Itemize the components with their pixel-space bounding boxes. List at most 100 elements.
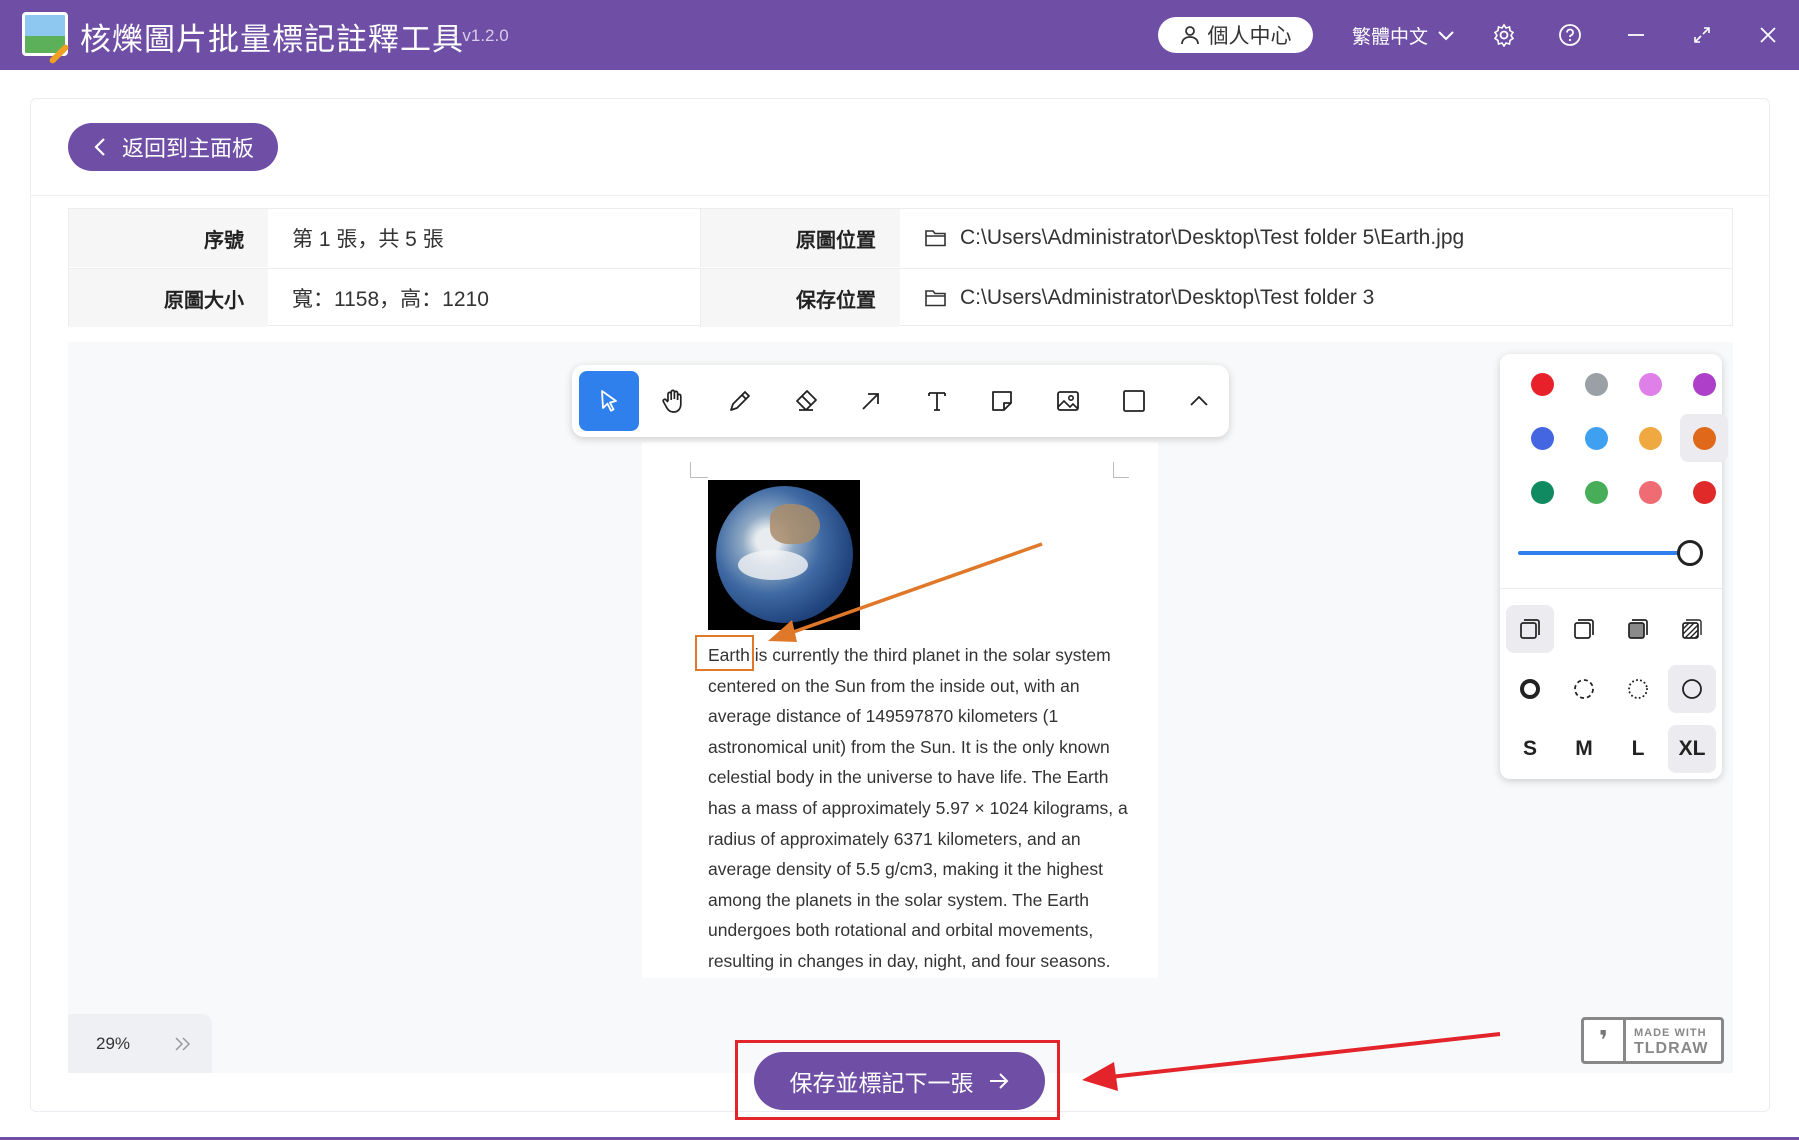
size-xl-option[interactable]: XL xyxy=(1668,725,1716,773)
dash-draw-option[interactable] xyxy=(1506,665,1554,713)
color-dot xyxy=(1530,426,1554,450)
size-l-option[interactable]: L xyxy=(1614,725,1662,773)
text-line: resulting in changes in day, night, and … xyxy=(708,950,1111,971)
save-and-next-button[interactable]: 保存並標記下一張 xyxy=(754,1052,1045,1110)
maximize-button[interactable] xyxy=(1685,18,1719,52)
eraser-icon xyxy=(795,390,817,411)
color-dark-red[interactable] xyxy=(1680,468,1728,516)
close-button[interactable] xyxy=(1751,18,1785,52)
save-and-next-label: 保存並標記下一張 xyxy=(789,1071,974,1097)
dash-solid-option[interactable] xyxy=(1668,665,1716,713)
app-title: 核爍圖片批量標記註釋工具 xyxy=(80,22,464,58)
arrow-icon xyxy=(862,393,880,410)
fill-pattern-option[interactable] xyxy=(1668,605,1716,653)
color-green[interactable] xyxy=(1518,468,1566,516)
text-line: among the planets in the solar system. T… xyxy=(708,889,1089,910)
back-label: 返回到主面板 xyxy=(122,137,255,162)
double-chevron-right-icon[interactable] xyxy=(174,1036,192,1051)
text-icon xyxy=(927,392,946,411)
title-bar: 核爍圖片批量標記註釋工具 - v1.2.0 個人中心 繁體中文 xyxy=(0,0,1799,70)
hand-icon xyxy=(662,389,683,413)
text-line: undergoes both rotational and orbital mo… xyxy=(708,920,1094,941)
size-m-option[interactable]: M xyxy=(1560,725,1608,773)
globe-land xyxy=(770,504,820,544)
crop-corner xyxy=(690,462,708,478)
dash-dashed-option[interactable] xyxy=(1560,665,1608,713)
help-button[interactable] xyxy=(1553,18,1587,52)
close-icon xyxy=(1760,27,1776,43)
rectangle-annotation[interactable] xyxy=(695,635,754,671)
tool-arrow[interactable] xyxy=(841,371,901,431)
tool-select[interactable] xyxy=(579,371,639,431)
text-line: astronomical unit) from the Sun. It is t… xyxy=(708,736,1110,757)
tool-text[interactable] xyxy=(907,371,967,431)
color-dot xyxy=(1530,372,1554,396)
pencil-icon xyxy=(730,391,750,411)
language-label: 繁體中文 xyxy=(1352,27,1429,48)
tool-draw[interactable] xyxy=(710,371,770,431)
save-location-value[interactable]: C:\Users\Administrator\Desktop\Test fold… xyxy=(900,269,1732,327)
dash-dotted-option[interactable] xyxy=(1614,665,1662,713)
tool-note[interactable] xyxy=(973,371,1033,431)
user-center-button[interactable]: 個人中心 xyxy=(1158,17,1313,53)
color-red[interactable] xyxy=(1518,360,1566,408)
tool-image[interactable] xyxy=(1038,371,1098,431)
tool-eraser[interactable] xyxy=(776,371,836,431)
help-icon xyxy=(1559,24,1581,46)
back-to-dashboard-button[interactable]: 返回到主面板 xyxy=(68,123,278,171)
arrow-right-icon xyxy=(989,1073,1008,1089)
tool-rectangle[interactable] xyxy=(1104,371,1164,431)
made-with-tldraw-badge[interactable]: ❜ MADE WITH TLDRAW xyxy=(1581,1017,1724,1064)
app-version: - v1.2.0 xyxy=(452,26,509,45)
language-select[interactable]: 繁體中文 xyxy=(1352,22,1454,49)
color-dot xyxy=(1638,480,1662,504)
text-line: average density of 5.5 g/cm3, making it … xyxy=(708,859,1103,880)
color-violet[interactable] xyxy=(1680,360,1728,408)
color-grey[interactable] xyxy=(1572,360,1620,408)
select-icon xyxy=(600,390,617,412)
source-location-label: 原圖位置 xyxy=(701,209,900,267)
color-yellow[interactable] xyxy=(1626,414,1674,462)
color-orange[interactable] xyxy=(1680,414,1728,462)
size-value: 寬：1158，高：1210 xyxy=(268,269,701,327)
color-light-violet[interactable] xyxy=(1626,360,1674,408)
index-value: 第 1 張，共 5 張 xyxy=(268,209,701,267)
zoom-level: 29% xyxy=(96,1033,131,1053)
fill-solid-option[interactable] xyxy=(1614,605,1662,653)
color-dot xyxy=(1530,480,1554,504)
size-s-option[interactable]: S xyxy=(1506,725,1554,773)
minimize-button[interactable] xyxy=(1619,18,1653,52)
badge-text: MADE WITH TLDRAW xyxy=(1626,1025,1708,1057)
style-panel: S M L XL xyxy=(1500,354,1728,779)
user-center-label: 個人中心 xyxy=(1207,25,1292,48)
made-with-label: MADE WITH xyxy=(1634,1026,1707,1039)
color-light-blue[interactable] xyxy=(1572,414,1620,462)
zoom-control[interactable]: 29% xyxy=(68,1014,212,1073)
save-path: C:\Users\Administrator\Desktop\Test fold… xyxy=(960,286,1375,309)
color-blue[interactable] xyxy=(1518,414,1566,462)
color-light-red[interactable] xyxy=(1626,468,1674,516)
color-light-green[interactable] xyxy=(1572,468,1620,516)
opacity-slider-track[interactable] xyxy=(1518,551,1690,555)
tldraw-label: TLDRAW xyxy=(1634,1039,1709,1057)
fill-none-option[interactable] xyxy=(1506,605,1554,653)
chevron-left-icon xyxy=(94,138,105,156)
settings-button[interactable] xyxy=(1487,18,1521,52)
fill-semi-option[interactable] xyxy=(1560,605,1608,653)
color-dot xyxy=(1638,372,1662,396)
tool-hand[interactable] xyxy=(645,371,705,431)
tool-more[interactable] xyxy=(1169,371,1229,431)
color-dot xyxy=(1584,372,1608,396)
document-text: Earth is currently the third planet in t… xyxy=(708,640,1128,977)
text-line: average distance of 149597870 kilometers… xyxy=(708,706,1059,727)
source-location-value[interactable]: C:\Users\Administrator\Desktop\Test fold… xyxy=(900,209,1732,267)
color-dot xyxy=(1584,426,1608,450)
size-label: 原圖大小 xyxy=(69,269,268,327)
chevron-down-icon xyxy=(1438,30,1454,40)
crop-corner xyxy=(1113,462,1129,478)
color-dot xyxy=(1692,480,1716,504)
text-line: Earth is currently the third planet in t… xyxy=(708,645,1111,665)
opacity-slider-handle[interactable] xyxy=(1677,540,1703,566)
dash-draw-icon xyxy=(1520,679,1540,699)
header-divider xyxy=(30,195,1770,196)
